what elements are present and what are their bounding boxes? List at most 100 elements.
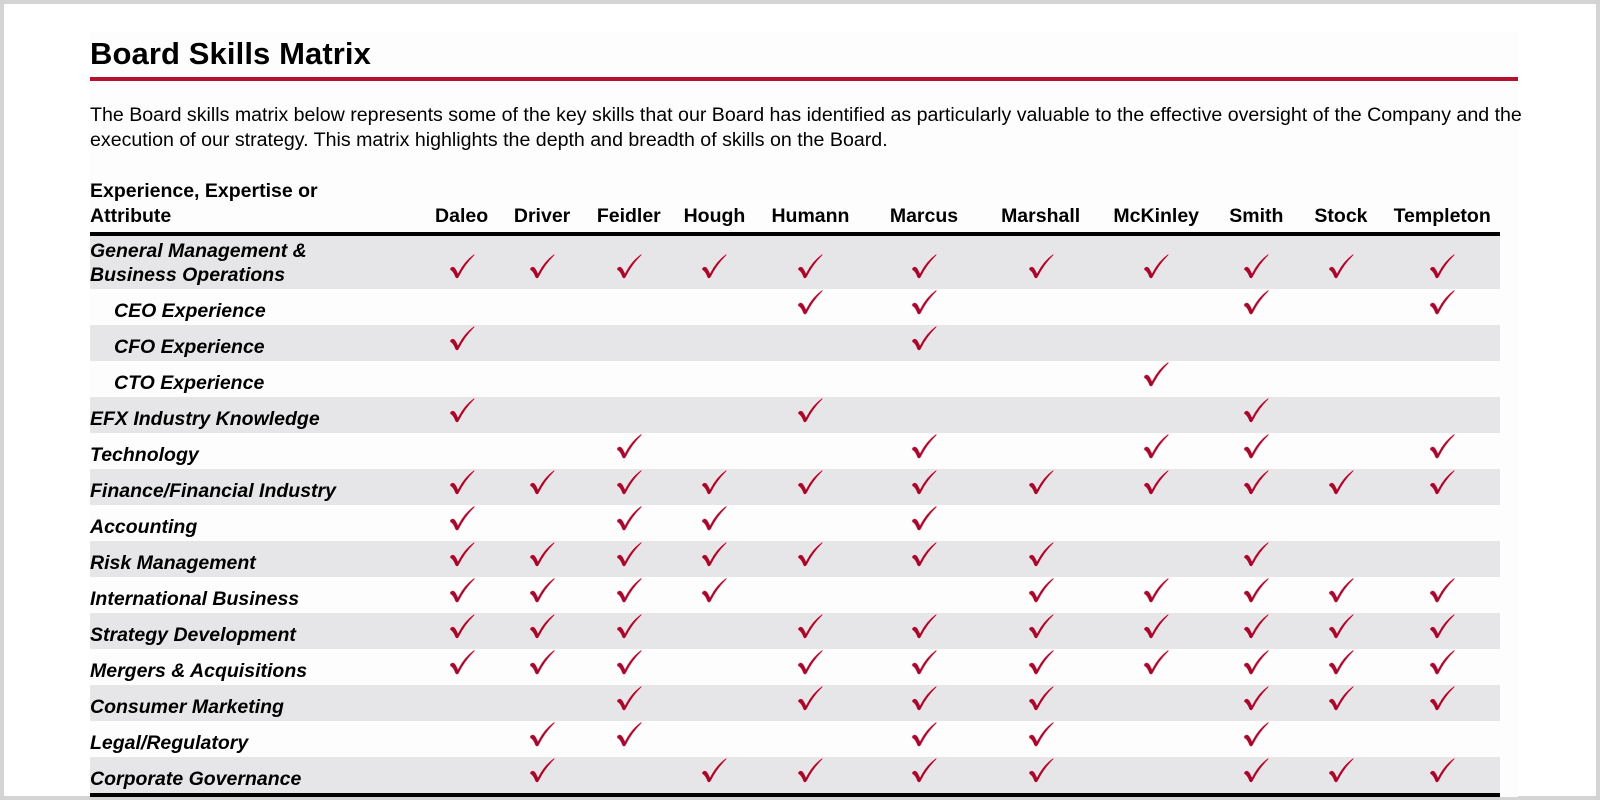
checkmark-icon <box>1242 541 1270 567</box>
page-title: Board Skills Matrix <box>90 36 371 71</box>
matrix-cell <box>1384 757 1500 797</box>
checkmark-icon <box>910 325 938 351</box>
matrix-cell <box>1215 721 1298 757</box>
matrix-cell <box>983 397 1098 433</box>
checkmark-icon <box>1242 433 1270 459</box>
checkmark-icon <box>1027 253 1055 279</box>
matrix-cell <box>1097 361 1215 397</box>
matrix-cell <box>984 361 1098 397</box>
matrix-cell <box>424 361 498 397</box>
matrix-cell <box>424 234 499 289</box>
checkmark-icon <box>1242 289 1270 315</box>
director-column-header: Feidler <box>585 179 673 236</box>
matrix-cell <box>1384 361 1500 397</box>
matrix-cell <box>1298 649 1385 685</box>
matrix-cell <box>1298 433 1385 469</box>
attribute-label: Accounting <box>90 516 198 538</box>
matrix-cell <box>672 397 757 433</box>
matrix-row: Technology <box>90 433 1500 469</box>
matrix-cell <box>1215 325 1298 361</box>
checkmark-icon <box>796 253 824 279</box>
matrix-cell <box>1097 685 1216 721</box>
matrix-cell <box>672 613 757 649</box>
matrix-cell <box>1298 505 1385 541</box>
matrix-cell <box>672 505 757 541</box>
checkmark-icon <box>1027 721 1055 747</box>
checkmark-icon <box>1142 613 1170 639</box>
matrix-header-row: Experience, Expertise or Attribute Daleo… <box>90 179 1500 236</box>
director-column-header: Daleo <box>424 179 499 236</box>
matrix-cell <box>672 541 757 577</box>
matrix-cell <box>1384 234 1500 289</box>
checkmark-icon <box>1027 613 1055 639</box>
matrix-cell <box>1215 361 1298 397</box>
matrix-cell <box>756 397 865 433</box>
matrix-cell <box>864 505 984 541</box>
matrix-cell <box>424 541 499 577</box>
matrix-cell <box>1097 433 1215 469</box>
skills-matrix-table: Experience, Expertise or Attribute Daleo… <box>90 179 1500 797</box>
checkmark-icon <box>528 253 556 279</box>
checkmark-icon <box>1428 685 1456 711</box>
matrix-cell <box>424 469 499 505</box>
checkmark-icon <box>910 757 938 783</box>
matrix-cell <box>984 577 1098 613</box>
matrix-cell <box>424 289 498 325</box>
checkmark-icon <box>1242 613 1270 639</box>
matrix-cell <box>498 757 586 797</box>
matrix-cell <box>757 577 864 613</box>
matrix-cell <box>424 505 498 541</box>
checkmark-icon <box>528 757 556 783</box>
matrix-cell <box>864 433 984 469</box>
title-underline <box>90 77 1518 81</box>
matrix-cell <box>983 613 1098 649</box>
checkmark-icon <box>700 541 728 567</box>
matrix-cell <box>1384 721 1500 757</box>
attribute-label: International Business <box>90 588 300 610</box>
checkmark-icon <box>796 649 824 675</box>
matrix-cell <box>1384 613 1500 649</box>
matrix-cell <box>1297 613 1385 649</box>
checkmark-icon <box>700 757 728 783</box>
matrix-cell <box>499 721 586 757</box>
matrix-cell <box>864 577 984 613</box>
director-column-header: Marcus <box>864 179 984 236</box>
matrix-row: CTO Experience <box>90 361 1500 397</box>
matrix-cell <box>757 505 864 541</box>
matrix-cell <box>1384 577 1500 613</box>
matrix-cell <box>585 649 672 685</box>
matrix-cell <box>585 757 673 797</box>
matrix-cell <box>756 613 865 649</box>
checkmark-icon <box>910 685 938 711</box>
matrix-cell <box>984 505 1098 541</box>
checkmark-icon <box>910 433 938 459</box>
checkmark-icon <box>615 613 643 639</box>
checkmark-icon <box>448 613 476 639</box>
matrix-cell <box>1097 397 1216 433</box>
matrix-cell <box>498 325 586 361</box>
checkmark-icon <box>1428 577 1456 603</box>
matrix-cell <box>672 685 757 721</box>
checkmark-icon <box>910 505 938 531</box>
matrix-cell <box>1297 469 1385 505</box>
matrix-cell <box>672 234 757 289</box>
checkmark-icon <box>615 721 643 747</box>
matrix-cell <box>498 234 586 289</box>
checkmark-icon <box>700 577 728 603</box>
matrix-cell <box>585 234 673 289</box>
matrix-cell <box>864 397 984 433</box>
checkmark-icon <box>1027 685 1055 711</box>
matrix-cell <box>984 721 1098 757</box>
matrix-cell <box>984 433 1098 469</box>
matrix-cell <box>1297 397 1385 433</box>
matrix-cell <box>585 505 672 541</box>
matrix-cell <box>983 685 1098 721</box>
checkmark-icon <box>528 613 556 639</box>
matrix-cell <box>498 541 586 577</box>
matrix-cell <box>424 325 499 361</box>
matrix-cell <box>585 289 672 325</box>
attribute-label-line2: Business Operations <box>90 264 286 286</box>
checkmark-icon <box>1242 577 1270 603</box>
attribute-header-line1: Experience, Expertise or <box>90 180 318 202</box>
matrix-cell <box>756 757 865 797</box>
